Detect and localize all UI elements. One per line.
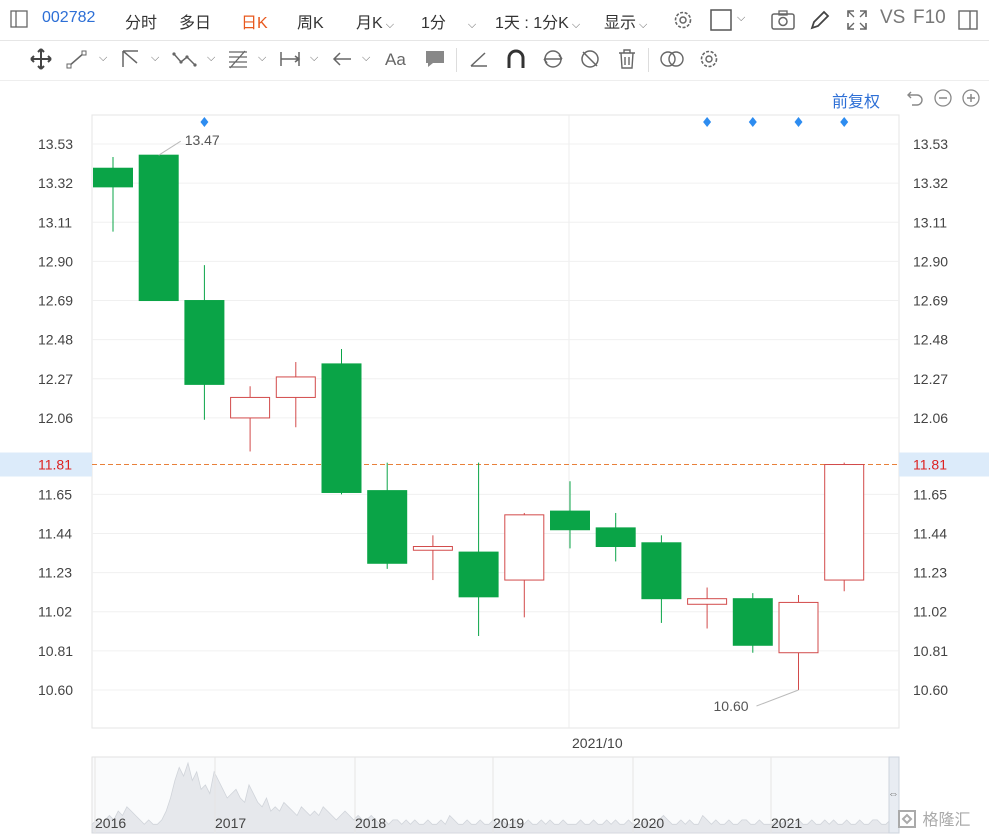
navigator[interactable]: 2016 2017 2018 2019 2020 2021 ⇔ <box>91 756 900 834</box>
y-tick-label-right: 11.23 <box>913 565 947 581</box>
y-tick-label-left: 13.11 <box>38 214 72 230</box>
candle-body <box>550 510 590 531</box>
y-tick-label-right: 12.90 <box>913 253 948 269</box>
candle-body <box>412 546 453 551</box>
candle-body <box>687 598 728 605</box>
y-tick-label-left: 13.53 <box>38 136 73 152</box>
event-marker-icon[interactable] <box>840 117 849 127</box>
high-marker-label: 13.47 <box>185 132 220 148</box>
y-tick-label-left: 11.02 <box>38 604 72 620</box>
candle-body <box>504 514 545 581</box>
candle-body <box>184 300 225 385</box>
y-tick-label-left: 12.27 <box>38 371 73 387</box>
crosshair-date-label: 2021/10 <box>572 735 623 751</box>
y-tick-label-right: 13.11 <box>913 214 947 230</box>
y-tick-label-right: 12.69 <box>913 293 948 309</box>
watermark-text: 格隆汇 <box>922 812 971 829</box>
candles <box>93 154 865 690</box>
y-tick-label-right: 13.53 <box>913 136 948 152</box>
low-marker-label: 10.60 <box>714 698 749 714</box>
y-tick-label-right: 12.06 <box>913 410 948 426</box>
navigator-year-label: 2020 <box>633 815 664 831</box>
y-tick-label-left: 12.69 <box>38 293 73 309</box>
navigator-year-label: 2018 <box>355 815 386 831</box>
low-marker-line <box>756 689 799 707</box>
candle-body <box>458 551 499 598</box>
y-tick-label-right: 12.27 <box>913 371 948 387</box>
plot-frame <box>91 114 900 729</box>
navigator-year-label: 2016 <box>95 815 126 831</box>
navigator-year-label: 2019 <box>493 815 524 831</box>
event-marker-icon[interactable] <box>748 117 757 127</box>
navigator-year-label: 2021 <box>771 815 802 831</box>
y-tick-label-right: 11.65 <box>913 486 947 502</box>
y-tick-label-right: 11.44 <box>913 525 947 541</box>
event-marker-icon[interactable] <box>200 117 209 127</box>
y-tick-label-left: 12.90 <box>38 253 73 269</box>
candle-body <box>230 396 271 419</box>
candle-body <box>93 167 133 188</box>
high-marker-line <box>158 140 181 156</box>
y-tick-label-left: 11.44 <box>38 525 72 541</box>
navigator-handle-arrows-icon[interactable]: ⇔ <box>888 788 899 800</box>
current-price-label-left: 11.81 <box>38 457 72 473</box>
y-tick-label-right: 11.02 <box>913 604 947 620</box>
y-tick-label-left: 13.32 <box>38 175 73 191</box>
y-tick-label-right: 12.48 <box>913 332 948 348</box>
y-tick-label-left: 11.23 <box>38 565 72 581</box>
candlestick-chart[interactable]: 13.53 13.53 13.32 13.32 13.11 13.11 12.90 12.90… <box>0 0 989 835</box>
candle-body <box>275 376 316 398</box>
candle-body <box>641 542 682 600</box>
event-marker-icon[interactable] <box>703 117 712 127</box>
candle-body <box>138 154 179 302</box>
watermark: 格隆汇 <box>896 806 970 830</box>
y-tick-label-right: 13.32 <box>913 175 948 191</box>
y-tick-label-left: 10.81 <box>38 643 73 659</box>
navigator-year-label: 2017 <box>215 815 246 831</box>
candle-body <box>595 527 636 548</box>
y-tick-label-left: 12.48 <box>38 332 73 348</box>
candle-body <box>321 363 362 493</box>
annotations: 13.47 10.60 2021/10 <box>158 117 849 751</box>
watermark-logo-icon <box>898 810 916 828</box>
event-marker-icon[interactable] <box>794 117 803 127</box>
chart-grid <box>91 114 900 729</box>
candle-body <box>367 490 408 564</box>
y-tick-label-right: 10.81 <box>913 643 948 659</box>
y-tick-label-left: 12.06 <box>38 410 73 426</box>
candle-body <box>732 598 773 646</box>
y-tick-label-left: 10.60 <box>38 682 73 698</box>
current-price-label-right: 11.81 <box>913 457 947 473</box>
candle-body <box>778 601 819 654</box>
y-tick-label-left: 11.65 <box>38 486 72 502</box>
candle-body <box>824 464 865 581</box>
y-tick-label-right: 10.60 <box>913 682 948 698</box>
